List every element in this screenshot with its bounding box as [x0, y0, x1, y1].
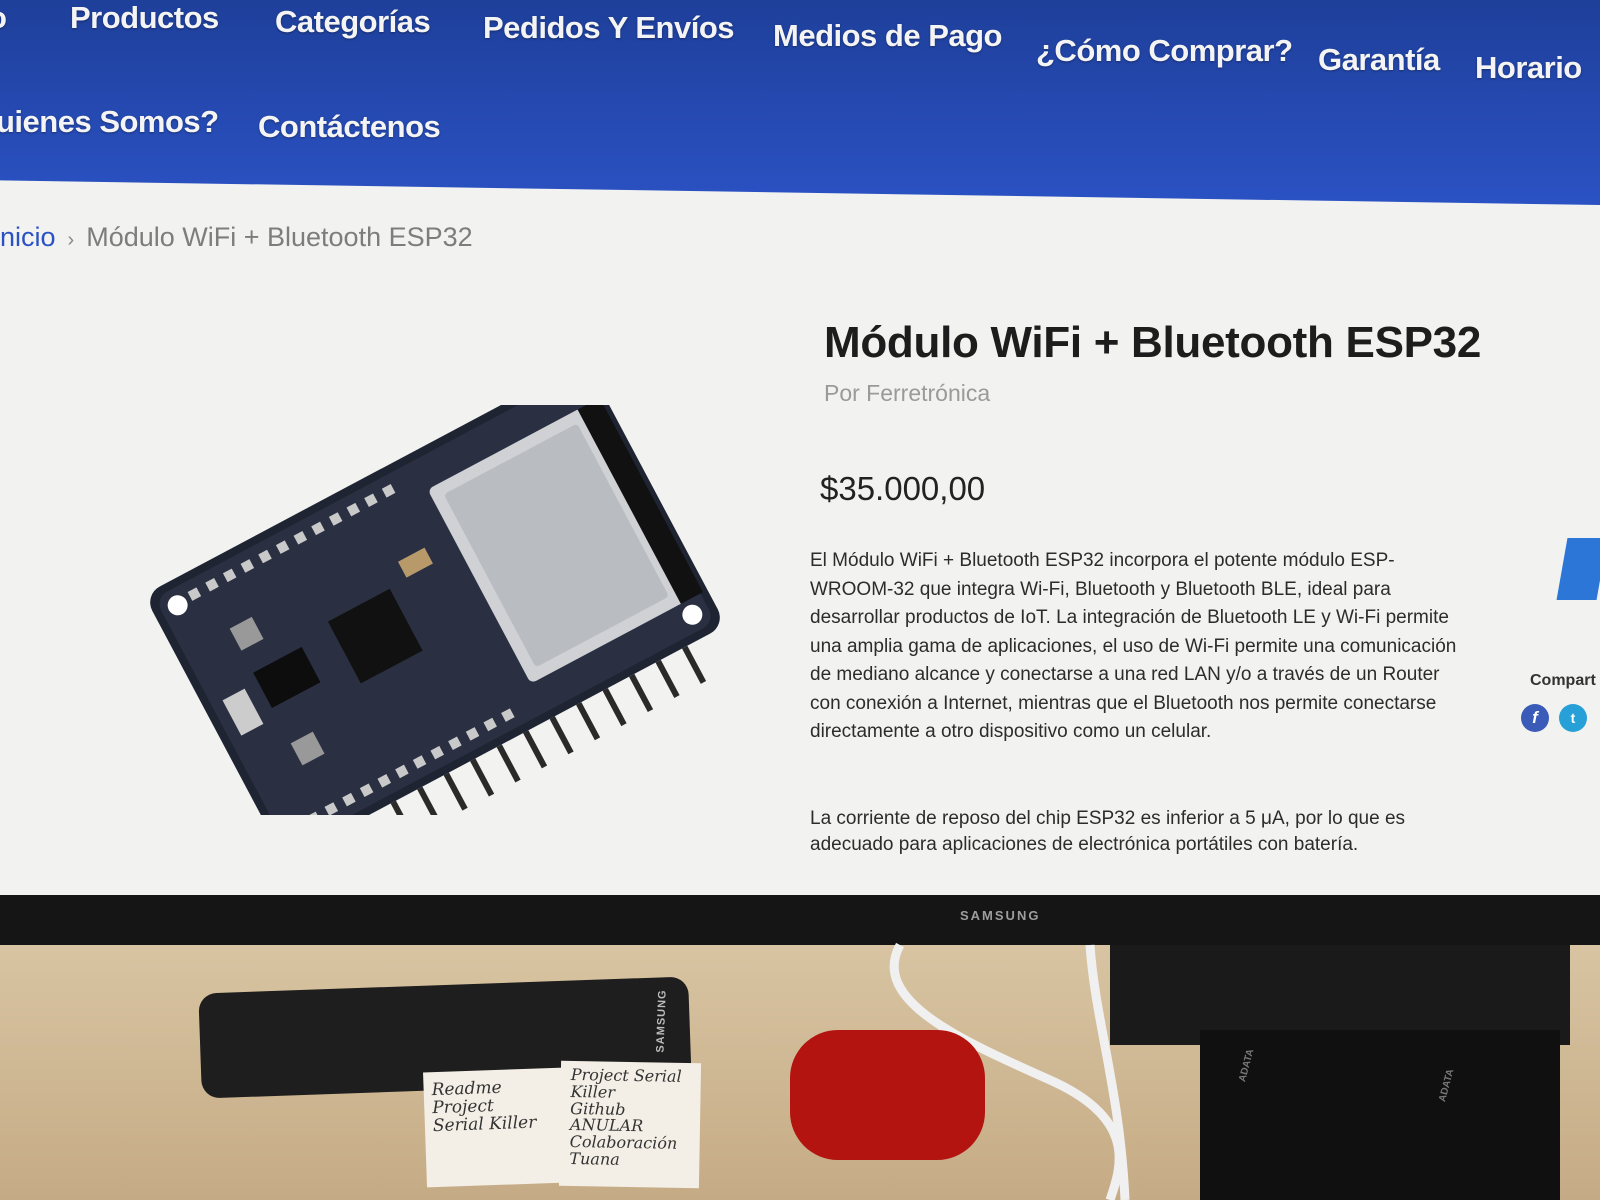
- breadcrumb: nicio › Módulo WiFi + Bluetooth ESP32: [0, 222, 473, 253]
- hdd-brand-label: ADATA: [1237, 1047, 1257, 1084]
- sticky-note: Readme Project Serial Killer: [423, 1067, 567, 1188]
- product-title: Módulo WiFi + Bluetooth ESP32: [824, 318, 1482, 367]
- nav-item-como-comprar[interactable]: ¿Cómo Comprar?: [1036, 33, 1293, 69]
- monitor-brand-logo: SAMSUNG: [960, 908, 1041, 923]
- nav-item-quienes-somos[interactable]: uienes Somos?: [0, 104, 219, 140]
- monitor-bezel: [0, 895, 1600, 945]
- nav-item-pedidos-envios[interactable]: Pedidos Y Envíos: [483, 10, 735, 46]
- side-panel-tab[interactable]: [1556, 538, 1600, 600]
- main-navigation: o Productos Categorías Pedidos Y Envíos …: [0, 0, 1600, 205]
- hdd-brand-label: ADATA: [1437, 1067, 1457, 1104]
- nav-item-productos[interactable]: Productos: [70, 0, 219, 36]
- product-image[interactable]: [140, 405, 730, 815]
- note-line: Tuana: [569, 1148, 620, 1169]
- nav-item-garantia[interactable]: Garantía: [1318, 42, 1440, 78]
- breadcrumb-separator: ›: [67, 229, 75, 251]
- earbuds-case: [790, 1030, 985, 1160]
- sticky-note: Project Serial Killer Github ANULAR Cola…: [558, 1060, 702, 1189]
- nav-item-horario[interactable]: Horario: [1475, 50, 1582, 86]
- nav-item-categorias[interactable]: Categorías: [275, 4, 431, 40]
- product-description-extra: La corriente de reposo del chip ESP32 es…: [810, 808, 1406, 855]
- product-price: $35.000,00: [820, 470, 986, 507]
- twitter-icon[interactable]: t: [1559, 704, 1587, 732]
- product-description: El Módulo WiFi + Bluetooth ESP32 incorpo…: [810, 550, 1457, 742]
- note-line: Serial Killer: [432, 1112, 537, 1136]
- remote-brand-label: SAMSUNG: [654, 989, 669, 1053]
- breadcrumb-home-link[interactable]: nicio: [0, 222, 56, 252]
- nav-item-medios-pago[interactable]: Medios de Pago: [773, 18, 1002, 54]
- external-hard-drive: ADATA ADATA: [1200, 1030, 1560, 1200]
- breadcrumb-current: Módulo WiFi + Bluetooth ESP32: [86, 222, 473, 252]
- nav-item-inicio[interactable]: o: [0, 0, 7, 36]
- product-vendor[interactable]: Por Ferretrónica: [824, 380, 990, 407]
- monitor-screen: o Productos Categorías Pedidos Y Envíos …: [0, 0, 1600, 895]
- share-label: Compart: [1530, 672, 1596, 689]
- facebook-icon[interactable]: f: [1521, 704, 1549, 732]
- nav-item-contactenos[interactable]: Contáctenos: [258, 109, 441, 145]
